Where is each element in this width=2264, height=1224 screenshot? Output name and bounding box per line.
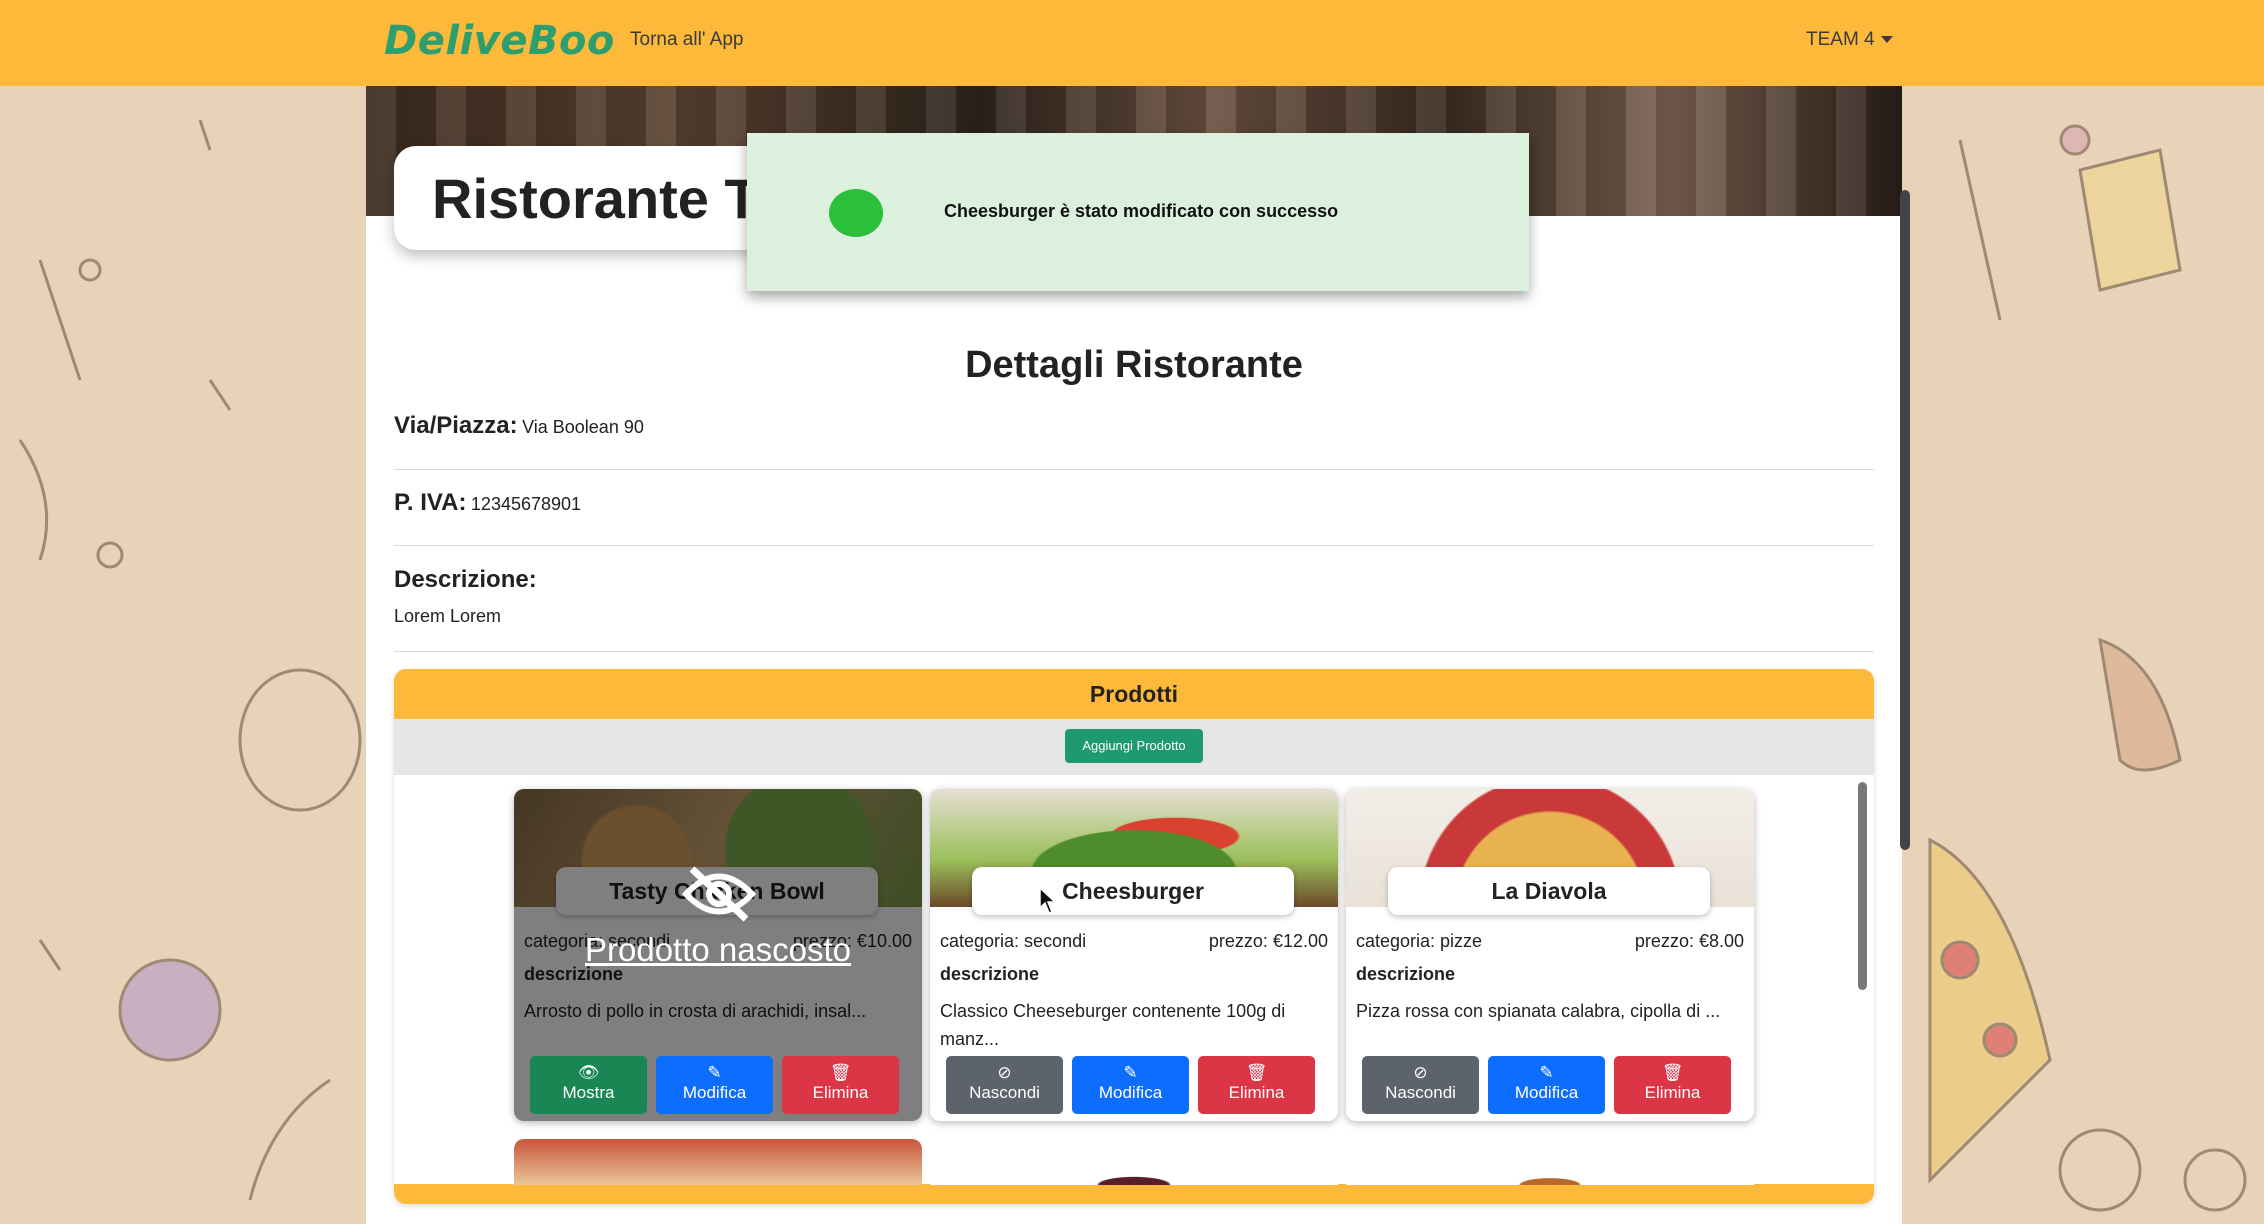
edit-product-button[interactable]: ✎ Modifica	[1072, 1056, 1189, 1114]
eye-icon: 👁	[577, 1063, 600, 1082]
divider	[394, 651, 1874, 652]
description-label: Descrizione:	[394, 566, 537, 593]
products-heading: Prodotti	[394, 669, 1874, 719]
page-scrollbar[interactable]	[1900, 190, 1910, 850]
product-card: Tasty Chicken Bowl categoria: secondi pr…	[514, 789, 922, 1121]
address-value: Via Boolean 90	[522, 417, 644, 437]
product-card-partial	[1346, 1139, 1754, 1185]
product-name: La Diavola	[1388, 867, 1710, 915]
description-value: Lorem Lorem	[394, 606, 502, 626]
product-price: prezzo: €12.00	[1208, 931, 1328, 951]
trash-icon: 🗑	[1661, 1063, 1684, 1082]
product-card: Cheesburger categoria: secondi prezzo: €…	[930, 789, 1338, 1121]
product-description-label: descrizione	[940, 964, 1040, 984]
products-toolbar: Aggiungi Prodotto	[394, 719, 1874, 775]
edit-icon: ✎	[707, 1063, 722, 1082]
show-product-button[interactable]: 👁 Mostra	[530, 1056, 647, 1114]
team-dropdown[interactable]: TEAM 4	[1806, 29, 1893, 51]
top-navbar: DeliveBoo Torna all' App TEAM 4	[0, 0, 2264, 86]
hide-product-button[interactable]: ⊘ Nascondi	[1362, 1056, 1479, 1114]
team-dropdown-label: TEAM 4	[1806, 29, 1875, 50]
product-actions: ⊘ Nascondi ✎ Modifica 🗑 Elimina	[946, 1056, 1324, 1114]
edit-icon: ✎	[1123, 1063, 1138, 1082]
product-price: prezzo: €8.00	[1634, 931, 1744, 951]
vat-label: P. IVA:	[394, 489, 467, 516]
edit-product-button[interactable]: ✎ Modifica	[1488, 1056, 1605, 1114]
success-indicator-icon	[829, 189, 883, 237]
hidden-product-label: Prodotto nascosto	[585, 931, 851, 968]
description-row: Descrizione: Lorem Lorem	[394, 566, 537, 627]
trash-icon: 🗑	[1245, 1063, 1268, 1082]
delete-product-button[interactable]: 🗑 Elimina	[1614, 1056, 1731, 1114]
delete-product-button[interactable]: 🗑 Elimina	[1198, 1056, 1315, 1114]
toast-message: Cheesburger è stato modificato con succe…	[944, 201, 1339, 221]
product-actions: 👁 Mostra ✎ Modifica 🗑 Elimina	[530, 1056, 908, 1114]
restaurant-title-card: Ristorante T	[394, 146, 794, 250]
details-heading: Dettagli Ristorante	[965, 344, 1303, 386]
vat-row: P. IVA: 12345678901	[394, 489, 581, 517]
divider	[394, 545, 1874, 546]
products-scrollbar[interactable]	[1858, 782, 1867, 990]
caret-down-icon	[1880, 36, 1893, 44]
divider	[394, 469, 1874, 470]
product-card-partial	[930, 1139, 1338, 1185]
mouse-cursor-icon	[1039, 887, 1057, 914]
product-category: categoria: secondi	[940, 931, 1087, 951]
product-description: Pizza rossa con spianata calabra, cipoll…	[1356, 1001, 1721, 1021]
address-row: Via/Piazza: Via Boolean 90	[394, 412, 644, 440]
vat-value: 12345678901	[470, 494, 582, 514]
success-toast: Cheesburger è stato modificato con succe…	[747, 133, 1529, 291]
trash-icon: 🗑	[829, 1063, 852, 1082]
product-category: categoria: pizze	[1356, 931, 1483, 951]
address-label: Via/Piazza:	[394, 412, 518, 439]
product-card-partial	[514, 1139, 922, 1185]
delete-product-button[interactable]: 🗑 Elimina	[782, 1056, 899, 1114]
products-footer-bar	[394, 1184, 1874, 1204]
add-product-button[interactable]: Aggiungi Prodotto	[1065, 729, 1203, 763]
restaurant-title: Ristorante T	[432, 167, 759, 230]
product-description: Classico Cheeseburger contenente 100g di…	[940, 1001, 1286, 1049]
product-card: La Diavola categoria: pizze prezzo: €8.0…	[1346, 789, 1754, 1121]
eye-slash-icon	[682, 866, 756, 922]
eye-slash-icon: ⊘	[1413, 1063, 1428, 1082]
edit-product-button[interactable]: ✎ Modifica	[656, 1056, 773, 1114]
product-description-label: descrizione	[1356, 964, 1456, 984]
hide-product-button[interactable]: ⊘ Nascondi	[946, 1056, 1063, 1114]
eye-slash-icon: ⊘	[997, 1063, 1012, 1082]
product-name: Cheesburger	[972, 867, 1294, 915]
product-actions: ⊘ Nascondi ✎ Modifica 🗑 Elimina	[1362, 1056, 1740, 1114]
deliveboo-logo[interactable]: DeliveBoo	[384, 18, 615, 64]
back-to-app-link[interactable]: Torna all' App	[630, 29, 743, 51]
edit-icon: ✎	[1539, 1063, 1554, 1082]
